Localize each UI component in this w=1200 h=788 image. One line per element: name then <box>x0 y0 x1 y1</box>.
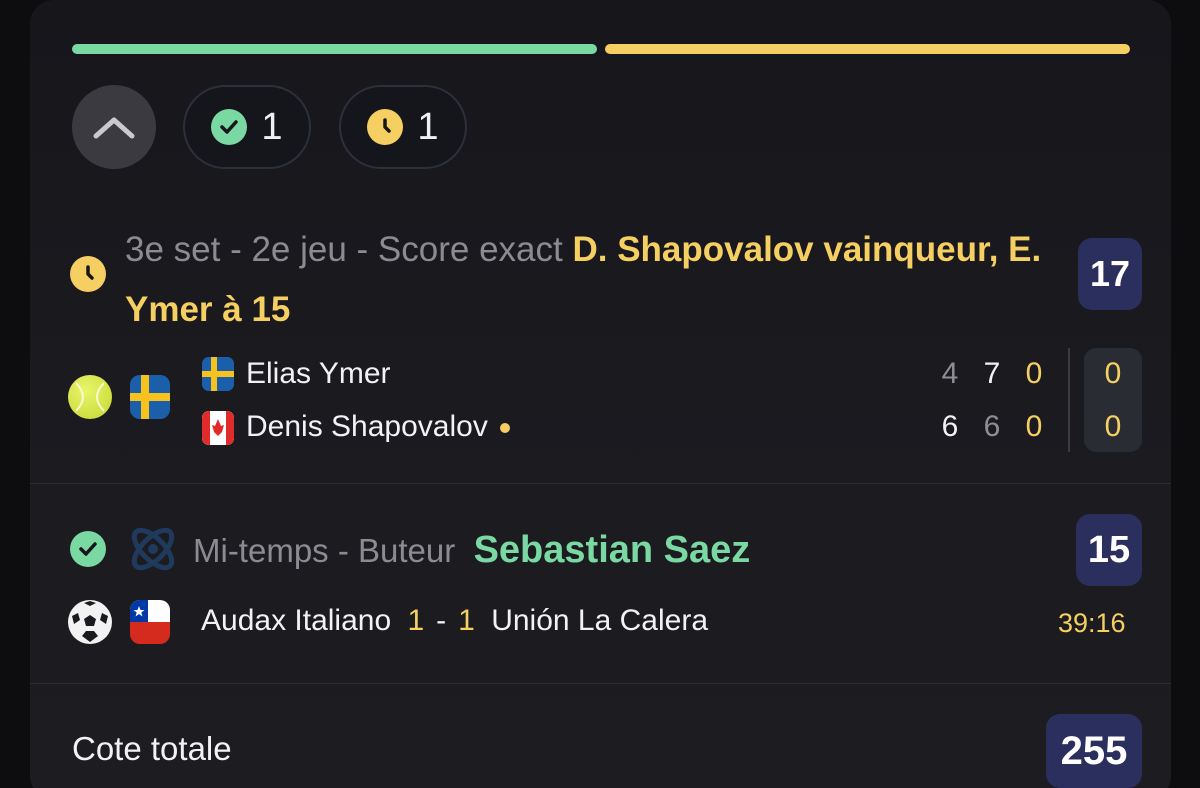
away-team: Unión La Calera <box>491 604 708 637</box>
pending-clock-icon <box>70 256 106 292</box>
divider <box>30 483 1171 484</box>
sweden-flag-icon <box>130 375 170 419</box>
collapse-button[interactable] <box>72 85 156 169</box>
home-score: 1 <box>407 604 425 637</box>
pending-filter-pill[interactable]: 1 <box>339 85 467 169</box>
bet-2-odds: 15 <box>1076 514 1142 586</box>
set-score: 6 <box>941 410 959 443</box>
bet-2-description: Mi-temps - Buteur Sebastian Saez <box>193 524 750 577</box>
away-score: 1 <box>458 604 475 637</box>
home-team: Audax Italiano <box>201 604 392 637</box>
match-time: 39:16 <box>1058 608 1126 638</box>
sweden-flag-icon <box>202 357 234 391</box>
bet-2-selection: Sebastian Saez <box>473 529 751 571</box>
betslip-card: 1 1 3e set - 2e jeu - Score exact D. Sha… <box>30 0 1171 788</box>
pending-count: 1 <box>417 105 439 148</box>
bet-1-description: 3e set - 2e jeu - Score exact D. Shapova… <box>125 220 1075 340</box>
pending-progress-bar <box>605 44 1130 54</box>
clock-icon <box>367 109 404 145</box>
set-score: 0 <box>1025 357 1043 390</box>
check-icon <box>211 109 248 145</box>
player-2-row: Denis Shapovalov <box>246 410 510 444</box>
tennis-ball-icon <box>68 375 112 419</box>
won-check-icon <box>70 531 106 567</box>
total-odds-value: 255 <box>1046 714 1142 788</box>
canada-flag-icon <box>202 411 234 445</box>
chile-flag-icon <box>130 600 170 644</box>
player-1-name: Elias Ymer <box>246 357 391 390</box>
score-divider <box>1068 348 1070 452</box>
divider <box>30 683 1171 684</box>
bet-1-market: 3e set - 2e jeu - Score exact <box>125 230 563 269</box>
game-score: 0 <box>1104 357 1122 390</box>
football-icon <box>68 600 112 644</box>
match-score-line: Audax Italiano 1-1 Unión La Calera <box>201 604 708 638</box>
set-score: 0 <box>1025 410 1043 443</box>
bet-2-market: Mi-temps - Buteur <box>193 532 456 569</box>
set-score: 7 <box>983 357 1001 390</box>
serving-indicator <box>499 423 510 434</box>
set-score: 6 <box>983 410 1001 443</box>
won-filter-pill[interactable]: 1 <box>183 85 311 169</box>
game-score: 0 <box>1104 410 1122 443</box>
total-odds-label: Cote totale <box>72 730 232 767</box>
bet-1-odds: 17 <box>1078 238 1142 310</box>
won-progress-bar <box>72 44 597 54</box>
score-separator: - <box>436 604 447 637</box>
chevron-up-icon <box>93 117 135 139</box>
league-logo-icon <box>126 522 180 576</box>
won-count: 1 <box>261 105 283 148</box>
player-2-name: Denis Shapovalov <box>246 410 488 443</box>
set-score: 4 <box>941 357 959 390</box>
